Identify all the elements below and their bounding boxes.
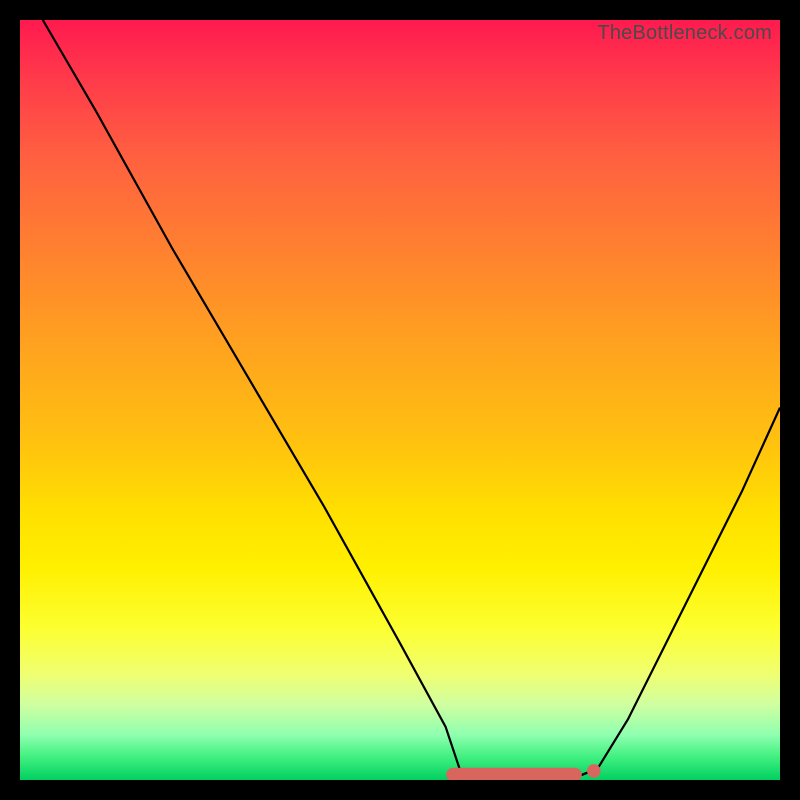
floor-marker-dot [587, 764, 601, 778]
curve-right-branch [461, 408, 780, 777]
plot-area: TheBottleneck.com [20, 20, 780, 780]
bottleneck-curve-svg [20, 20, 780, 780]
curve-left-branch [43, 20, 598, 776]
